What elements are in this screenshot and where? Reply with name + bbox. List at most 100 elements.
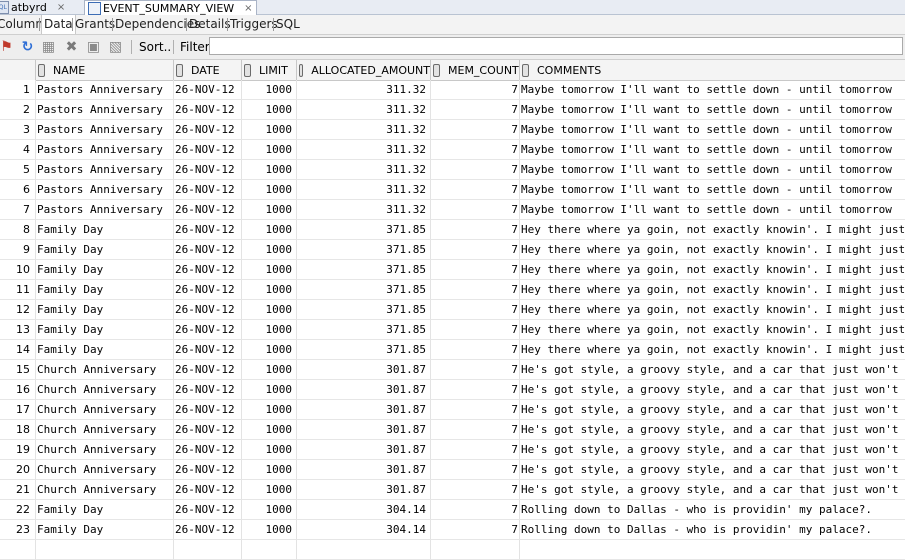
cell-comments[interactable]: Hey there where ya goin, not exactly kno… — [520, 240, 905, 260]
cell-name[interactable]: Family Day — [36, 340, 174, 360]
cell-limit[interactable]: 1000 — [242, 340, 297, 360]
cell-comments[interactable]: He's got style, a groovy style, and a ca… — [520, 460, 905, 480]
cell-mem-count[interactable]: 7 — [431, 220, 520, 240]
close-icon[interactable]: × — [244, 3, 252, 14]
cell-limit[interactable]: 1000 — [242, 300, 297, 320]
cell-comments[interactable]: He's got style, a groovy style, and a ca… — [520, 360, 905, 380]
insert-row-icon[interactable]: ▦ — [40, 38, 57, 55]
table-row[interactable]: 21 Church Anniversary 26-NOV-12 1000 301.87 7… — [0, 480, 905, 500]
cell-name[interactable]: Family Day — [36, 240, 174, 260]
cell-date[interactable]: 26-NOV-12 — [174, 520, 242, 540]
cell-mem-count[interactable]: 7 — [431, 180, 520, 200]
cell-allocated-amount[interactable]: 371.85 — [297, 280, 431, 300]
sort-button[interactable]: Sort.. — [139, 40, 171, 54]
cell-date[interactable]: 26-NOV-12 — [174, 380, 242, 400]
cell-limit[interactable]: 1000 — [242, 140, 297, 160]
cell-name[interactable] — [36, 540, 174, 560]
cell-limit[interactable]: 1000 — [242, 260, 297, 280]
cell-comments[interactable]: Maybe tomorrow I'll want to settle down … — [520, 120, 905, 140]
cell-limit[interactable]: 1000 — [242, 160, 297, 180]
cell-name[interactable]: Family Day — [36, 520, 174, 540]
tab-grants[interactable]: Grants — [75, 15, 115, 34]
cell-date[interactable]: 26-NOV-12 — [174, 240, 242, 260]
cell-mem-count[interactable]: 7 — [431, 80, 520, 100]
cell-name[interactable]: Pastors Anniversary — [36, 160, 174, 180]
cell-date[interactable]: 26-NOV-12 — [174, 500, 242, 520]
cell-comments[interactable]: He's got style, a groovy style, and a ca… — [520, 480, 905, 500]
cell-date[interactable]: 26-NOV-12 — [174, 460, 242, 480]
cell-date[interactable]: 26-NOV-12 — [174, 200, 242, 220]
column-header-allocated-amount[interactable]: ALLOCATED_AMOUNT — [297, 60, 431, 80]
cell-limit[interactable]: 1000 — [242, 520, 297, 540]
cell-mem-count[interactable]: 7 — [431, 120, 520, 140]
cell-mem-count[interactable]: 7 — [431, 380, 520, 400]
cell-name[interactable]: Church Anniversary — [36, 480, 174, 500]
cell-comments[interactable]: Maybe tomorrow I'll want to settle down … — [520, 180, 905, 200]
cell-mem-count[interactable]: 7 — [431, 300, 520, 320]
table-row[interactable]: 10 Family Day 26-NOV-12 1000 371.85 7 Hey ther… — [0, 260, 905, 280]
cell-name[interactable]: Pastors Anniversary — [36, 80, 174, 100]
table-row[interactable]: 23 Family Day 26-NOV-12 1000 304.14 7 Rolling … — [0, 520, 905, 540]
table-row[interactable]: 11 Family Day 26-NOV-12 1000 371.85 7 Hey ther… — [0, 280, 905, 300]
cell-mem-count[interactable]: 7 — [431, 280, 520, 300]
cell-allocated-amount[interactable]: 304.14 — [297, 520, 431, 540]
cell-allocated-amount[interactable]: 371.85 — [297, 240, 431, 260]
cell-date[interactable]: 26-NOV-12 — [174, 480, 242, 500]
cell-date[interactable]: 26-NOV-12 — [174, 260, 242, 280]
table-row[interactable]: 6 Pastors Anniversary 26-NOV-12 1000 311.32 7… — [0, 180, 905, 200]
cell-mem-count[interactable]: 7 — [431, 400, 520, 420]
cell-allocated-amount[interactable]: 311.32 — [297, 160, 431, 180]
cell-date[interactable]: 26-NOV-12 — [174, 300, 242, 320]
cell-mem-count[interactable]: 7 — [431, 520, 520, 540]
cell-limit[interactable]: 1000 — [242, 120, 297, 140]
cell-date[interactable] — [174, 540, 242, 560]
cell-date[interactable]: 26-NOV-12 — [174, 420, 242, 440]
table-row[interactable]: 3 Pastors Anniversary 26-NOV-12 1000 311.32 7… — [0, 120, 905, 140]
table-row[interactable]: 9 Family Day 26-NOV-12 1000 371.85 7 Hey there… — [0, 240, 905, 260]
cell-name[interactable]: Church Anniversary — [36, 460, 174, 480]
cell-mem-count[interactable]: 7 — [431, 460, 520, 480]
cell-mem-count[interactable]: 7 — [431, 160, 520, 180]
table-row[interactable] — [0, 540, 905, 560]
cell-comments[interactable] — [520, 540, 905, 560]
cell-mem-count[interactable]: 7 — [431, 420, 520, 440]
cell-comments[interactable]: Rolling down to Dallas - who is providin… — [520, 520, 905, 540]
cell-comments[interactable]: Maybe tomorrow I'll want to settle down … — [520, 160, 905, 180]
pin-icon[interactable]: ⚑ — [0, 38, 15, 55]
cell-limit[interactable] — [242, 540, 297, 560]
cell-date[interactable]: 26-NOV-12 — [174, 100, 242, 120]
cell-date[interactable]: 26-NOV-12 — [174, 80, 242, 100]
cell-name[interactable]: Church Anniversary — [36, 380, 174, 400]
cell-allocated-amount[interactable]: 304.14 — [297, 500, 431, 520]
cell-allocated-amount[interactable]: 311.32 — [297, 180, 431, 200]
cell-limit[interactable]: 1000 — [242, 460, 297, 480]
cell-allocated-amount[interactable]: 311.32 — [297, 80, 431, 100]
cell-date[interactable]: 26-NOV-12 — [174, 120, 242, 140]
cell-comments[interactable]: He's got style, a groovy style, and a ca… — [520, 440, 905, 460]
cell-date[interactable]: 26-NOV-12 — [174, 280, 242, 300]
filter-input[interactable] — [209, 37, 903, 55]
cell-date[interactable]: 26-NOV-12 — [174, 400, 242, 420]
cell-comments[interactable]: He's got style, a groovy style, and a ca… — [520, 400, 905, 420]
cell-allocated-amount[interactable]: 301.87 — [297, 480, 431, 500]
table-row[interactable]: 7 Pastors Anniversary 26-NOV-12 1000 311.32 7… — [0, 200, 905, 220]
cell-name[interactable]: Church Anniversary — [36, 420, 174, 440]
cell-mem-count[interactable]: 7 — [431, 260, 520, 280]
cell-name[interactable]: Church Anniversary — [36, 360, 174, 380]
cell-mem-count[interactable]: 7 — [431, 200, 520, 220]
cell-allocated-amount[interactable]: 301.87 — [297, 440, 431, 460]
close-icon[interactable]: × — [57, 2, 65, 13]
cell-date[interactable]: 26-NOV-12 — [174, 140, 242, 160]
column-header-name[interactable]: NAME — [36, 60, 174, 80]
cell-comments[interactable]: Hey there where ya goin, not exactly kno… — [520, 220, 905, 240]
column-header-mem-count[interactable]: MEM_COUNT — [431, 60, 520, 80]
cell-limit[interactable]: 1000 — [242, 80, 297, 100]
cell-date[interactable]: 26-NOV-12 — [174, 160, 242, 180]
cell-limit[interactable]: 1000 — [242, 280, 297, 300]
cell-allocated-amount[interactable]: 301.87 — [297, 460, 431, 480]
table-row[interactable]: 2 Pastors Anniversary 26-NOV-12 1000 311.32 7… — [0, 100, 905, 120]
cell-name[interactable]: Church Anniversary — [36, 440, 174, 460]
table-row[interactable]: 15 Church Anniversary 26-NOV-12 1000 301.87 7… — [0, 360, 905, 380]
cell-name[interactable]: Family Day — [36, 280, 174, 300]
cell-allocated-amount[interactable]: 301.87 — [297, 380, 431, 400]
